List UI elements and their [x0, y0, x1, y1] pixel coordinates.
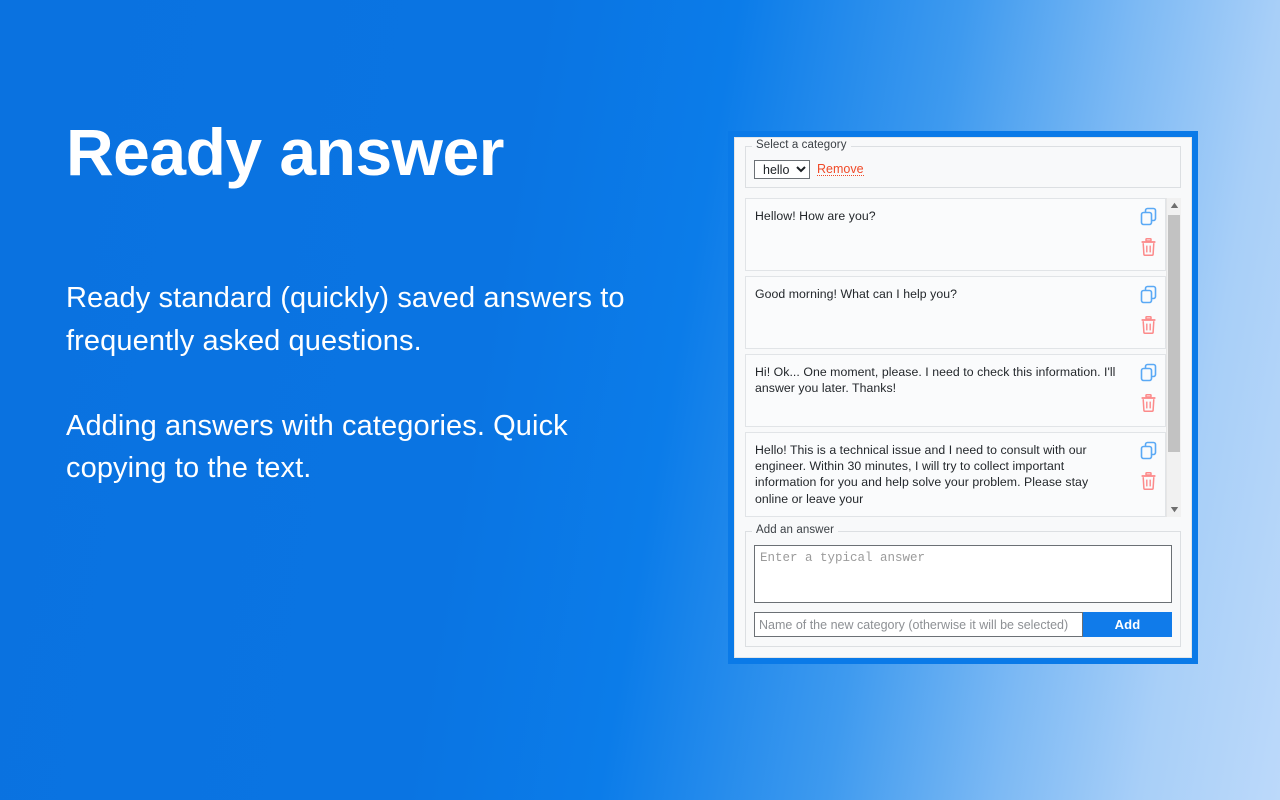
promo-block: Ready answer Ready standard (quickly) sa…	[66, 115, 666, 490]
category-row: hello Remove	[754, 147, 1172, 179]
promo-paragraph: Ready standard (quickly) saved answers t…	[66, 282, 625, 357]
answer-card-actions	[1139, 207, 1158, 256]
promo-body: Ready standard (quickly) saved answers t…	[66, 277, 666, 490]
trash-icon[interactable]	[1140, 472, 1157, 490]
answer-text: Hello! This is a technical issue and I n…	[755, 443, 1089, 506]
scrollbar-thumb[interactable]	[1168, 215, 1180, 452]
answer-card[interactable]: Hellow! How are you?	[745, 198, 1166, 271]
copy-icon[interactable]	[1139, 363, 1158, 382]
answer-textarea[interactable]	[754, 545, 1172, 603]
scrollbar-track[interactable]	[1167, 213, 1181, 502]
app-panel: Select a category hello Remove Hellow! H…	[728, 131, 1198, 664]
scroll-down-arrow-icon[interactable]	[1167, 502, 1181, 517]
copy-icon[interactable]	[1139, 285, 1158, 304]
add-answer-row: Add	[754, 612, 1172, 637]
answer-text: Hi! Ok... One moment, please. I need to …	[755, 365, 1116, 396]
trash-icon[interactable]	[1140, 238, 1157, 256]
add-answer-fieldset: Add an answer Add	[745, 524, 1181, 647]
answer-card-actions	[1139, 441, 1158, 490]
trash-icon[interactable]	[1140, 394, 1157, 412]
scroll-up-arrow-icon[interactable]	[1167, 198, 1181, 213]
remove-category-link[interactable]: Remove	[817, 163, 864, 177]
copy-icon[interactable]	[1139, 441, 1158, 460]
answer-card-actions	[1139, 285, 1158, 334]
answer-card-actions	[1139, 363, 1158, 412]
app-panel-inner: Select a category hello Remove Hellow! H…	[734, 137, 1192, 658]
answer-text: Good morning! What can I help you?	[755, 287, 957, 301]
answers-scrollbar[interactable]	[1166, 198, 1181, 517]
category-fieldset: Select a category hello Remove	[745, 139, 1181, 188]
answer-card[interactable]: Good morning! What can I help you?	[745, 276, 1166, 349]
add-button[interactable]: Add	[1083, 612, 1172, 637]
category-select[interactable]: hello	[754, 160, 810, 179]
category-fieldset-legend: Select a category	[752, 139, 851, 151]
answer-card[interactable]: Hello! This is a technical issue and I n…	[745, 432, 1166, 517]
answers-list-wrap: Hellow! How are you? Good morning! What …	[745, 198, 1181, 517]
promo-paragraph: Adding answers with categories. Quick co…	[66, 409, 568, 485]
copy-icon[interactable]	[1139, 207, 1158, 226]
page-title: Ready answer	[66, 115, 504, 189]
answers-scroll-area[interactable]: Hellow! How are you? Good morning! What …	[745, 198, 1166, 517]
add-answer-fieldset-legend: Add an answer	[752, 524, 839, 536]
answer-card[interactable]: Hi! Ok... One moment, please. I need to …	[745, 354, 1166, 427]
trash-icon[interactable]	[1140, 316, 1157, 334]
new-category-input[interactable]	[754, 612, 1083, 637]
answer-text: Hellow! How are you?	[755, 209, 876, 223]
